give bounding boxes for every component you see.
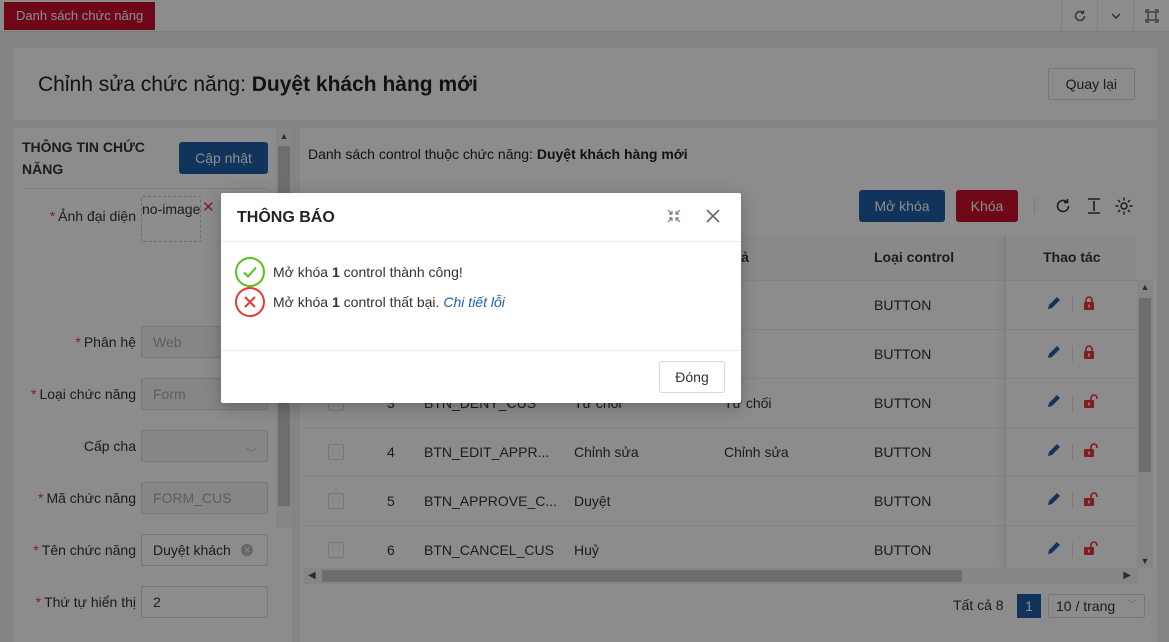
collapse-icon[interactable] [667, 209, 681, 228]
success-message: Mở khóa 1 control thành công! [235, 257, 725, 287]
close-icon[interactable] [706, 209, 720, 228]
dialog-footer: Đóng [221, 350, 741, 403]
notification-dialog: THÔNG BÁO Mở khóa 1 control thành công! … [221, 193, 741, 403]
dialog-title: THÔNG BÁO [237, 209, 335, 226]
dialog-header: THÔNG BÁO [221, 193, 741, 242]
close-button[interactable]: Đóng [659, 361, 725, 393]
check-circle-icon [235, 257, 265, 287]
failure-message: Mở khóa 1 control thất bại. Chi tiết lỗi [235, 287, 725, 317]
error-detail-link[interactable]: Chi tiết lỗi [443, 294, 504, 310]
error-circle-icon [235, 287, 265, 317]
